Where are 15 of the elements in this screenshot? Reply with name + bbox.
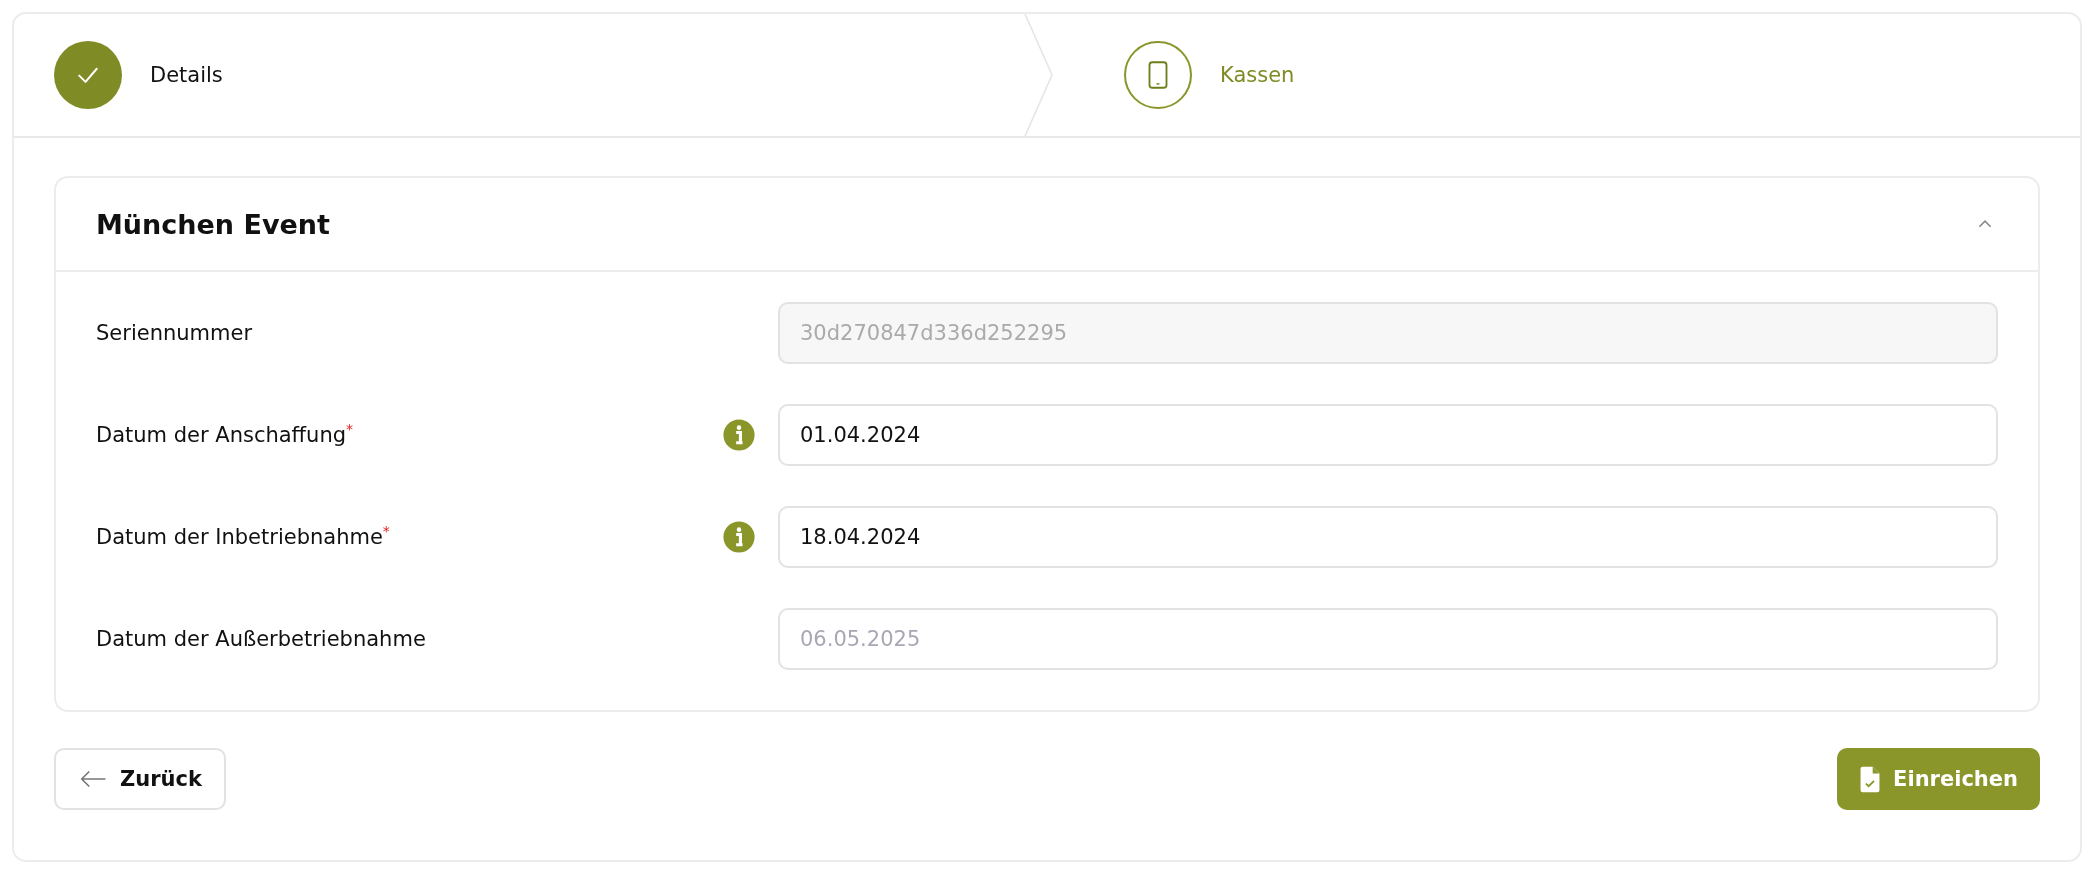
date-field[interactable]: 01.04.2024 xyxy=(778,404,1998,466)
field-label: Datum der Anschaffung$^{*}$ xyxy=(96,423,355,447)
arrow-left-icon xyxy=(78,769,108,789)
back-button[interactable]: Zurück xyxy=(54,748,226,810)
field-label: Datum der Außerbetriebnahme xyxy=(96,627,427,651)
document-check-icon xyxy=(1859,765,1882,793)
wizard-step[interactable]: Details xyxy=(14,14,1054,136)
wizard-step[interactable]: Kassen xyxy=(1054,14,2080,136)
field-label: Seriennummer xyxy=(96,321,254,345)
info-icon[interactable] xyxy=(722,418,756,452)
info-icon[interactable] xyxy=(722,520,756,554)
date-field[interactable]: 06.05.2025 xyxy=(778,608,1998,670)
field-label: Datum der Inbetriebnahme$^{*}$ xyxy=(96,525,391,549)
section-title: München Event xyxy=(96,208,330,240)
date-field[interactable]: 18.04.2024 xyxy=(778,506,1998,568)
